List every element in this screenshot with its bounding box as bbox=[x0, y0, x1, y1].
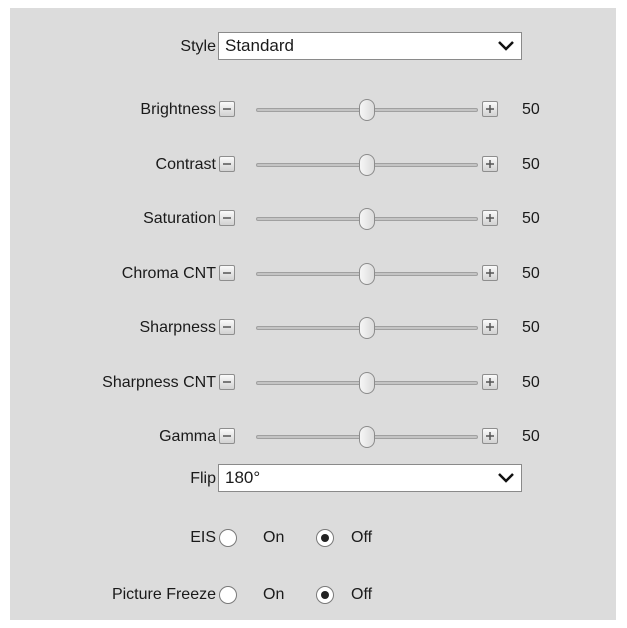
eis-off-radio[interactable] bbox=[316, 529, 334, 547]
slider-row-chroma-cnt: Chroma CNT 50 bbox=[10, 259, 616, 289]
increase-button[interactable] bbox=[482, 156, 498, 172]
plus-icon bbox=[486, 378, 494, 386]
flip-select[interactable]: 180° bbox=[218, 464, 522, 492]
eis-on-radio[interactable] bbox=[219, 529, 237, 547]
plus-icon bbox=[486, 269, 494, 277]
slider-value: 50 bbox=[522, 265, 540, 282]
picture-freeze-on-radio[interactable] bbox=[219, 586, 237, 604]
decrease-button[interactable] bbox=[219, 101, 235, 117]
picture-freeze-off-label: Off bbox=[351, 586, 373, 603]
slider-thumb[interactable] bbox=[359, 317, 375, 339]
minus-icon bbox=[223, 326, 231, 328]
decrease-button[interactable] bbox=[219, 265, 235, 281]
plus-icon bbox=[486, 105, 494, 113]
plus-icon bbox=[486, 432, 494, 440]
plus-icon bbox=[486, 214, 494, 222]
eis-on-label: On bbox=[263, 529, 285, 546]
minus-icon bbox=[223, 217, 231, 219]
increase-button[interactable] bbox=[482, 265, 498, 281]
chevron-down-icon bbox=[498, 473, 514, 483]
picture-freeze-label: Picture Freeze bbox=[111, 586, 216, 603]
plus-icon bbox=[486, 323, 494, 331]
radio-selected-dot bbox=[321, 591, 329, 599]
slider-label: Contrast bbox=[155, 156, 216, 173]
increase-button[interactable] bbox=[482, 374, 498, 390]
minus-icon bbox=[223, 435, 231, 437]
eis-off-label: Off bbox=[351, 529, 373, 546]
slider-row-contrast: Contrast 50 bbox=[10, 150, 616, 180]
decrease-button[interactable] bbox=[219, 428, 235, 444]
slider-label: Chroma CNT bbox=[121, 265, 216, 282]
slider-label: Gamma bbox=[159, 428, 216, 445]
slider-row-sharpness-cnt: Sharpness CNT 50 bbox=[10, 368, 616, 398]
slider-label: Saturation bbox=[143, 210, 216, 227]
slider-label: Sharpness CNT bbox=[102, 374, 216, 391]
slider-thumb[interactable] bbox=[359, 99, 375, 121]
minus-icon bbox=[223, 108, 231, 110]
slider-value: 50 bbox=[522, 319, 540, 336]
picture-freeze-row: Picture Freeze On Off bbox=[10, 580, 616, 610]
slider-row-sharpness: Sharpness 50 bbox=[10, 313, 616, 343]
eis-label: EIS bbox=[190, 529, 216, 546]
chevron-down-icon bbox=[498, 41, 514, 51]
slider-row-brightness: Brightness 50 bbox=[10, 95, 616, 125]
minus-icon bbox=[223, 272, 231, 274]
increase-button[interactable] bbox=[482, 428, 498, 444]
slider-row-gamma: Gamma 50 bbox=[10, 422, 616, 452]
slider-thumb[interactable] bbox=[359, 263, 375, 285]
decrease-button[interactable] bbox=[219, 374, 235, 390]
plus-icon bbox=[486, 160, 494, 168]
picture-freeze-on-label: On bbox=[263, 586, 285, 603]
decrease-button[interactable] bbox=[219, 319, 235, 335]
decrease-button[interactable] bbox=[219, 156, 235, 172]
increase-button[interactable] bbox=[482, 101, 498, 117]
radio-selected-dot bbox=[321, 534, 329, 542]
slider-value: 50 bbox=[522, 428, 540, 445]
style-select-value: Standard bbox=[225, 36, 294, 55]
flip-select-value: 180° bbox=[225, 468, 261, 487]
flip-label: Flip bbox=[190, 470, 216, 487]
flip-row: Flip 180° bbox=[10, 464, 616, 494]
slider-value: 50 bbox=[522, 101, 540, 118]
slider-value: 50 bbox=[522, 156, 540, 173]
increase-button[interactable] bbox=[482, 210, 498, 226]
slider-thumb[interactable] bbox=[359, 208, 375, 230]
slider-row-saturation: Saturation 50 bbox=[10, 204, 616, 234]
minus-icon bbox=[223, 163, 231, 165]
eis-row: EIS On Off bbox=[10, 523, 616, 553]
image-settings-panel: Style Standard Brightness 50 Contrast 50 Sat… bbox=[10, 8, 616, 620]
slider-value: 50 bbox=[522, 210, 540, 227]
picture-freeze-off-radio[interactable] bbox=[316, 586, 334, 604]
style-label: Style bbox=[180, 38, 216, 55]
slider-label: Brightness bbox=[140, 101, 216, 118]
minus-icon bbox=[223, 381, 231, 383]
decrease-button[interactable] bbox=[219, 210, 235, 226]
increase-button[interactable] bbox=[482, 319, 498, 335]
slider-value: 50 bbox=[522, 374, 540, 391]
slider-thumb[interactable] bbox=[359, 154, 375, 176]
slider-label: Sharpness bbox=[139, 319, 217, 336]
slider-thumb[interactable] bbox=[359, 426, 375, 448]
style-row: Style Standard bbox=[10, 32, 616, 62]
style-select[interactable]: Standard bbox=[218, 32, 522, 60]
slider-thumb[interactable] bbox=[359, 372, 375, 394]
